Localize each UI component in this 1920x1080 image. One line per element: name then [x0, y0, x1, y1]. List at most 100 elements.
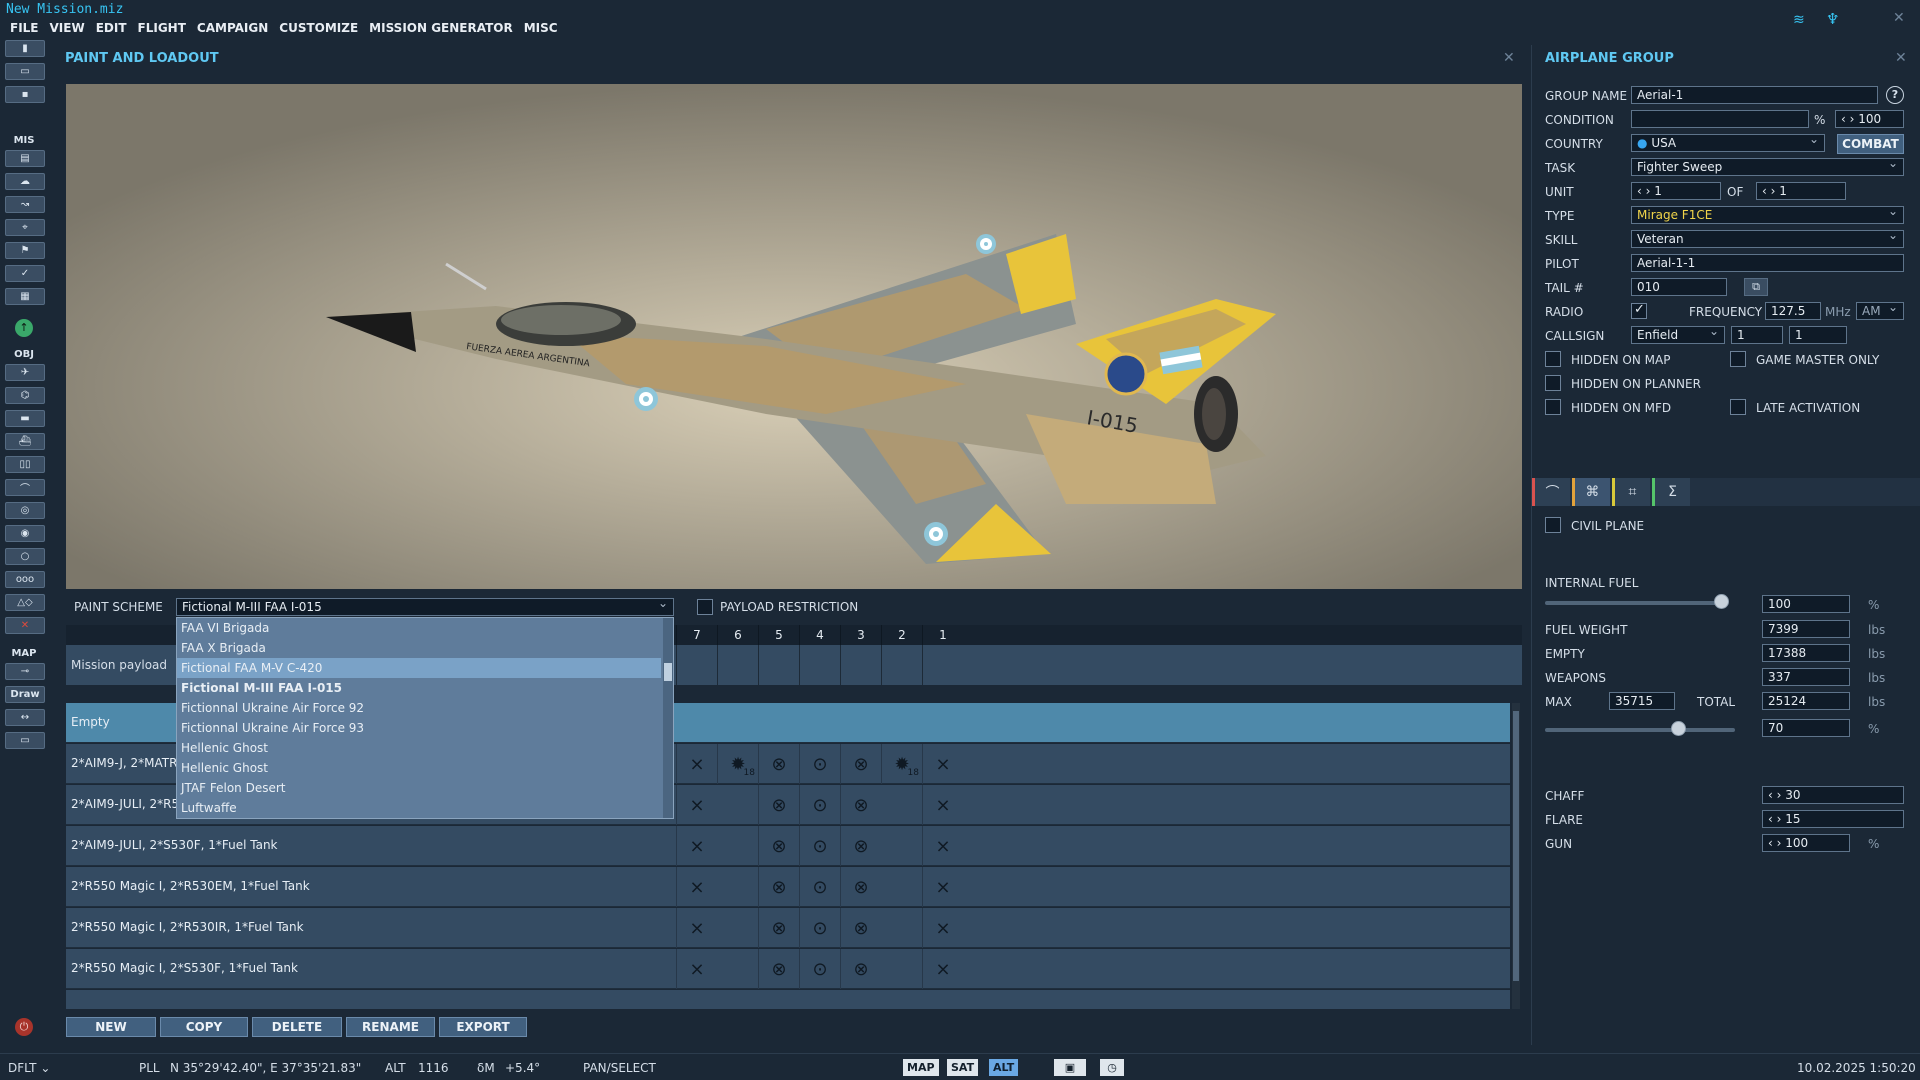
menu-view[interactable]: VIEW [50, 21, 85, 37]
export-button[interactable]: EXPORT [439, 1017, 527, 1037]
menu-mission-generator[interactable]: MISSION GENERATOR [369, 21, 513, 37]
internal-fuel-slider[interactable] [1545, 601, 1725, 605]
helicopter-icon[interactable]: ⌬ [5, 387, 45, 404]
sat-view-button[interactable]: SAT [947, 1059, 979, 1076]
new-file-icon[interactable]: ▮ [5, 40, 45, 57]
target-icon[interactable]: ◉ [5, 525, 45, 542]
callsign-select[interactable]: Enfield [1631, 326, 1725, 344]
internal-fuel-input[interactable]: 100 [1762, 595, 1850, 613]
flare-stepper[interactable]: ‹ › 15 [1762, 810, 1904, 828]
frequency-input[interactable]: 127.5 [1765, 302, 1821, 320]
menu-edit[interactable]: EDIT [96, 21, 127, 37]
mission-slot[interactable] [717, 645, 758, 685]
paint-option[interactable]: Luftwaffe [177, 798, 661, 818]
skill-select[interactable]: Veteran [1631, 230, 1904, 248]
paint-panel-close-icon[interactable]: ✕ [1503, 50, 1515, 66]
paint-option[interactable]: JTAF Felon Desert [177, 778, 661, 798]
paint-option[interactable]: FAA VI Brigada [177, 618, 661, 638]
map-view-button[interactable]: MAP [903, 1059, 939, 1076]
template-icon[interactable]: ⌒ [5, 479, 45, 496]
tab-route[interactable]: ⌒ [1532, 478, 1570, 506]
callsign-number-1[interactable]: 1 [1731, 326, 1783, 344]
airplane-icon[interactable]: ✈ [5, 364, 45, 381]
mission-slot[interactable] [676, 645, 717, 685]
alt-view-button[interactable]: ALT [989, 1059, 1019, 1076]
check-icon[interactable]: ✓ [5, 265, 45, 282]
circle-icon[interactable]: ○ [5, 548, 45, 565]
game-master-only-checkbox[interactable] [1730, 351, 1746, 367]
rename-button[interactable]: RENAME [346, 1017, 435, 1037]
menu-file[interactable]: FILE [10, 21, 39, 37]
paint-option[interactable]: FAA X Brigada [177, 638, 661, 658]
save-icon[interactable]: ▪ [5, 86, 45, 103]
clock-settings-icon[interactable]: ◷ [1100, 1059, 1124, 1076]
weapons-weight-input[interactable]: 337 [1762, 668, 1850, 686]
country-select[interactable]: ● USA [1631, 134, 1825, 152]
total-percent-input[interactable]: 70 [1762, 719, 1850, 737]
ground-unit-icon[interactable]: ▬ [5, 410, 45, 427]
trigger-icon[interactable]: ⌖ [5, 219, 45, 236]
payload-row[interactable]: 2*R550 Magic I, 2*R530IR, 1*Fuel Tank ⨯ … [66, 908, 1510, 948]
total-weight-slider-knob[interactable] [1671, 721, 1686, 736]
copy-button[interactable]: COPY [160, 1017, 248, 1037]
paint-option[interactable]: Fictionnal Ukraine Air Force 92 [177, 698, 661, 718]
flag-icon[interactable]: ⚑ [5, 242, 45, 259]
payload-row[interactable]: 2*R550 Magic I, 2*R530EM, 1*Fuel Tank ⨯ … [66, 867, 1510, 907]
aircraft-preview[interactable]: FUERZA AEREA ARGENTINA I-015 [66, 84, 1522, 589]
app-close-icon[interactable]: ✕ [1893, 10, 1905, 26]
hidden-on-mfd-checkbox[interactable] [1545, 399, 1561, 415]
mission-slot[interactable] [799, 645, 840, 685]
group-panel-close-icon[interactable]: ✕ [1895, 50, 1907, 66]
copy-icon[interactable]: ⧉ [1744, 278, 1768, 296]
payload-row[interactable]: 2*AIM9-JULI, 2*S530F, 1*Fuel Tank ⨯ ⊗ ⊙ … [66, 826, 1510, 866]
unit-stepper[interactable]: ‹ › 1 [1631, 182, 1721, 200]
new-button[interactable]: NEW [66, 1017, 156, 1037]
route-icon[interactable]: ↝ [5, 196, 45, 213]
chaff-stepper[interactable]: ‹ › 30 [1762, 786, 1904, 804]
mission-slot[interactable] [758, 645, 799, 685]
combat-button[interactable]: COMBAT [1837, 134, 1904, 154]
fuel-weight-input[interactable]: 7399 [1762, 620, 1850, 638]
group-icon[interactable]: ooo [5, 571, 45, 588]
paint-option[interactable]: Hellenic Ghost [177, 738, 661, 758]
ruler-icon[interactable]: ↔ [5, 709, 45, 726]
empty-weight-input[interactable]: 17388 [1762, 644, 1850, 662]
paint-option[interactable]: Fictional FAA M-V C-420 [177, 658, 661, 678]
hidden-on-planner-checkbox[interactable] [1545, 375, 1561, 391]
gun-stepper[interactable]: ‹ › 100 [1762, 834, 1850, 852]
paint-option[interactable]: Hellenic Ghost [177, 758, 661, 778]
profile-select[interactable]: DFLT ⌄ [8, 1061, 50, 1075]
draw-button[interactable]: Draw [5, 686, 45, 703]
menu-campaign[interactable]: CAMPAIGN [197, 21, 268, 37]
radio-checkbox[interactable] [1631, 302, 1647, 319]
group-name-input[interactable]: Aerial-1 [1631, 86, 1878, 104]
delete-icon[interactable]: ✕ [5, 617, 45, 634]
payload-row[interactable] [66, 990, 1510, 1009]
total-weight-slider[interactable] [1545, 728, 1735, 732]
payload-restriction-checkbox[interactable] [697, 599, 713, 615]
menu-customize[interactable]: CUSTOMIZE [279, 21, 358, 37]
screenshot-icon[interactable]: ▣ [1054, 1059, 1086, 1076]
shapes-icon[interactable]: △◇ [5, 594, 45, 611]
internal-fuel-slider-knob[interactable] [1714, 594, 1730, 609]
modulation-select[interactable]: AM [1856, 302, 1904, 320]
task-select[interactable]: Fighter Sweep [1631, 158, 1904, 176]
menu-misc[interactable]: MISC [524, 21, 558, 37]
menu-flight[interactable]: FLIGHT [138, 21, 186, 37]
paint-scheme-select[interactable]: Fictional M-III FAA I-015 [176, 598, 674, 616]
layers-icon[interactable]: ▭ [5, 732, 45, 749]
pilot-input[interactable]: Aerial-1-1 [1631, 254, 1904, 272]
zone-icon[interactable]: ◎ [5, 502, 45, 519]
up-arrow-icon[interactable]: ↑ [15, 319, 33, 337]
hidden-on-map-checkbox[interactable] [1545, 351, 1561, 367]
tail-input[interactable]: 010 [1631, 278, 1727, 296]
late-activation-checkbox[interactable] [1730, 399, 1746, 415]
condition-percent-stepper[interactable]: ‹ › 100 [1835, 110, 1904, 128]
paint-option[interactable]: Fictionnal Ukraine Air Force 93 [177, 718, 661, 738]
total-weight-input[interactable]: 25124 [1762, 692, 1850, 710]
max-weight-input[interactable]: 35715 [1609, 692, 1675, 710]
weather-icon[interactable]: ☁ [5, 173, 45, 190]
payload-row[interactable]: 2*R550 Magic I, 2*S530F, 1*Fuel Tank ⨯ ⊗… [66, 949, 1510, 989]
ship-icon[interactable]: ⛴ [5, 433, 45, 450]
paint-option[interactable]: Fictional M-III FAA I-015 [177, 678, 661, 698]
